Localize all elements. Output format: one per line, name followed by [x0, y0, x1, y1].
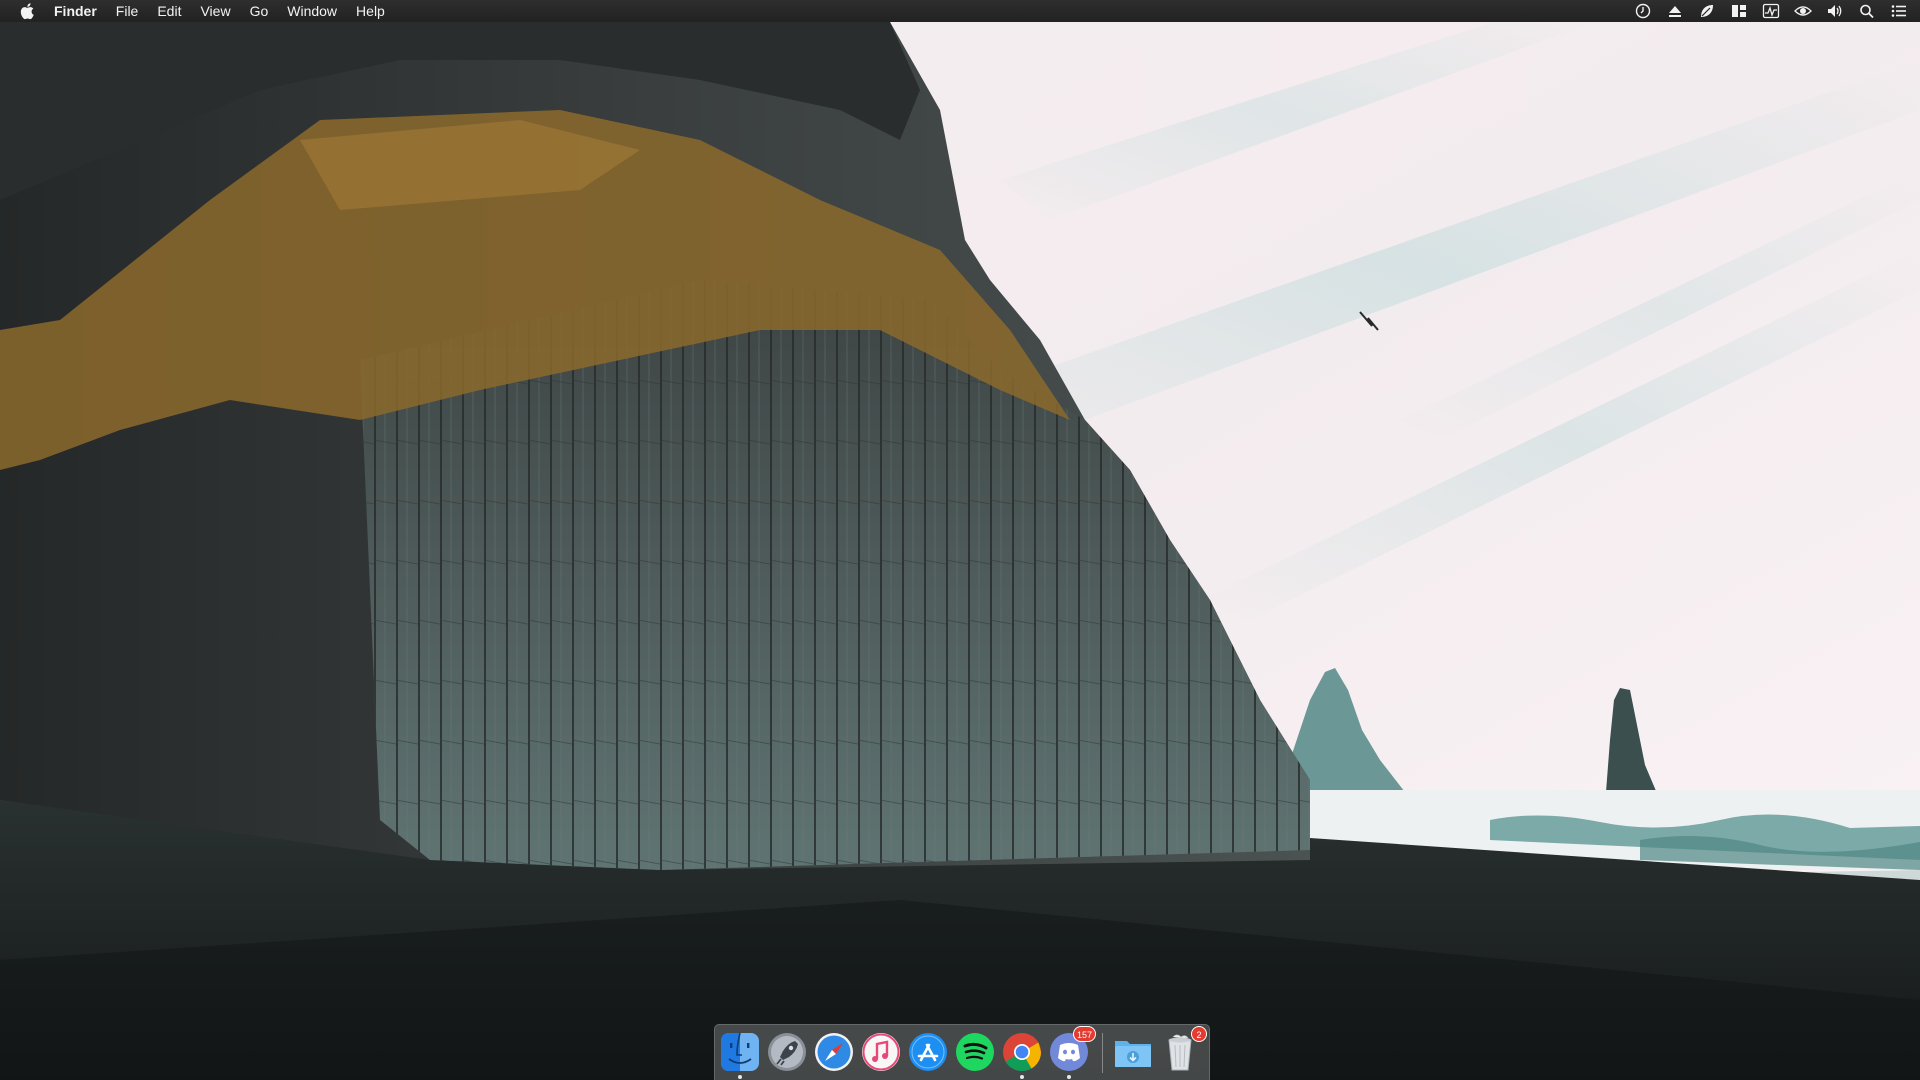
chrome-app[interactable]: [1001, 1031, 1043, 1079]
safari-app[interactable]: [813, 1031, 855, 1073]
menu-bar: Finder File Edit View Go Window Help: [0, 0, 1920, 22]
launchpad-app[interactable]: [766, 1031, 808, 1073]
dock-separator: [1102, 1033, 1103, 1073]
launchpad-rocket-icon: [768, 1033, 806, 1071]
menu-bar-status-area: [1634, 3, 1908, 19]
running-indicator: [1067, 1075, 1071, 1079]
notification-badge: 157: [1072, 1026, 1096, 1042]
spotify-app[interactable]: [954, 1031, 996, 1073]
running-indicator: [738, 1075, 742, 1079]
activity-monitor-icon[interactable]: [1762, 3, 1780, 19]
discord-app[interactable]: 157: [1048, 1026, 1096, 1079]
eject-icon[interactable]: [1666, 3, 1684, 19]
eye-icon[interactable]: [1794, 3, 1812, 19]
running-indicator: [1020, 1075, 1024, 1079]
dock: 157 2: [714, 1024, 1210, 1080]
spotify-icon: [956, 1033, 994, 1071]
menu-edit[interactable]: Edit: [157, 0, 181, 22]
finder-app[interactable]: [719, 1031, 761, 1079]
leaf-icon[interactable]: [1698, 3, 1716, 19]
menu-go[interactable]: Go: [250, 0, 269, 22]
trash[interactable]: 2: [1159, 1026, 1207, 1073]
app-store-app[interactable]: [907, 1031, 949, 1073]
menu-finder[interactable]: Finder: [54, 0, 97, 22]
safari-compass-icon: [815, 1033, 853, 1071]
layout-icon[interactable]: [1730, 3, 1748, 19]
chrome-icon: [1003, 1033, 1041, 1072]
menu-help[interactable]: Help: [356, 0, 385, 22]
notification-center-icon[interactable]: [1890, 3, 1908, 19]
itunes-app[interactable]: [860, 1031, 902, 1073]
timer-icon[interactable]: [1634, 3, 1652, 19]
spotlight-search-icon[interactable]: [1858, 3, 1876, 19]
finder-icon: [721, 1032, 759, 1071]
menu-file[interactable]: File: [116, 0, 139, 22]
desktop-wallpaper: [0, 0, 1920, 1080]
volume-icon[interactable]: [1826, 3, 1844, 19]
apple-logo-icon[interactable]: [20, 2, 36, 20]
menu-window[interactable]: Window: [287, 0, 337, 22]
notification-badge: 2: [1191, 1026, 1207, 1042]
downloads-folder-icon: [1115, 1041, 1151, 1067]
app-store-icon: [909, 1033, 947, 1071]
itunes-music-note-icon: [862, 1033, 900, 1071]
downloads-folder[interactable]: [1112, 1031, 1154, 1073]
menu-view[interactable]: View: [200, 0, 230, 22]
